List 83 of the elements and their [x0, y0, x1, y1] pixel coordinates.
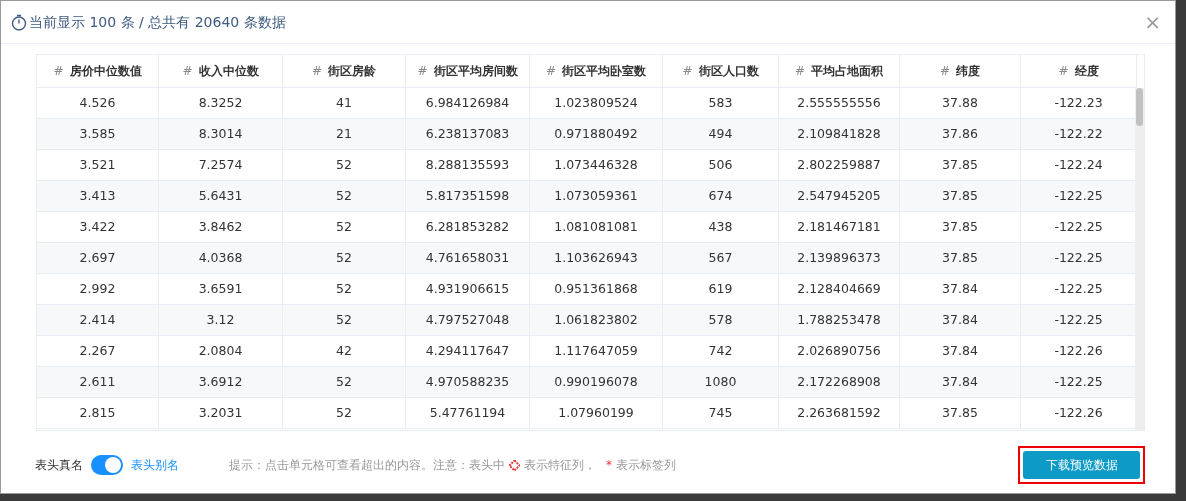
- table-cell[interactable]: 3.12: [159, 305, 283, 336]
- table-cell[interactable]: 37.86: [900, 119, 1021, 150]
- table-cell[interactable]: 37.85: [900, 181, 1021, 212]
- table-cell[interactable]: 567: [663, 243, 779, 274]
- type-icon: #: [794, 62, 806, 80]
- table-cell[interactable]: 1080: [663, 367, 779, 398]
- table-cell[interactable]: 52: [283, 181, 406, 212]
- table-cell[interactable]: 1.788253478: [779, 305, 900, 336]
- table-cell[interactable]: 0.990196078: [530, 367, 663, 398]
- switch-label: 表头别名: [131, 457, 179, 474]
- table-cell[interactable]: 5.47761194: [406, 398, 530, 429]
- table-cell[interactable]: 37.84: [900, 367, 1021, 398]
- table-cell[interactable]: 4.970588235: [406, 367, 530, 398]
- diamond-icon: [509, 459, 520, 471]
- column-header[interactable]: 平均占地面积: [811, 62, 884, 80]
- table-cell[interactable]: -122.22: [1021, 119, 1137, 150]
- table-cell[interactable]: 1.073059361: [530, 181, 663, 212]
- table-cell[interactable]: 2.414: [37, 305, 159, 336]
- table-cell[interactable]: 2.139896373: [779, 243, 900, 274]
- table-cell[interactable]: 494: [663, 119, 779, 150]
- table-cell[interactable]: 4.0368: [159, 243, 283, 274]
- dialog-title: 当前显示 100 条 / 总共有 20640 条数据: [29, 12, 286, 32]
- column-header[interactable]: 街区平均房间数: [433, 62, 518, 80]
- type-icon: #: [417, 62, 428, 80]
- scroll-thumb[interactable]: [1136, 88, 1143, 126]
- type-icon: #: [545, 62, 557, 80]
- table-cell[interactable]: -122.25: [1021, 181, 1137, 212]
- switch-label: 表头真名: [35, 457, 83, 474]
- table-cell[interactable]: 52: [283, 398, 406, 429]
- table-cell[interactable]: 37.85: [900, 243, 1021, 274]
- type-icon: #: [1058, 62, 1069, 80]
- table-cell[interactable]: 52: [283, 367, 406, 398]
- column-header[interactable]: 经度: [1074, 62, 1099, 80]
- table-cell[interactable]: 37.84: [900, 305, 1021, 336]
- table-cell[interactable]: 2.172268908: [779, 367, 900, 398]
- table-cell[interactable]: 2.611: [37, 367, 159, 398]
- table-cell[interactable]: 21: [283, 119, 406, 150]
- table-cell[interactable]: 4.797527048: [406, 305, 530, 336]
- table-cell[interactable]: 1.061823802: [530, 305, 663, 336]
- column-header[interactable]: 收入中位数: [198, 62, 259, 80]
- table-cell[interactable]: 8.3014: [159, 119, 283, 150]
- table-cell[interactable]: 3.413: [37, 181, 159, 212]
- table-cell[interactable]: 1.103626943: [530, 243, 663, 274]
- column-header[interactable]: 纬度: [956, 62, 981, 80]
- column-header[interactable]: 房价中位数值: [69, 62, 142, 80]
- type-icon: #: [939, 62, 951, 80]
- table-cell[interactable]: 5.6431: [159, 181, 283, 212]
- column-header[interactable]: 街区人口数: [698, 62, 759, 80]
- toggle-switch[interactable]: [91, 455, 123, 475]
- table-cell[interactable]: 745: [663, 398, 779, 429]
- table-cell[interactable]: 2.109841828: [779, 119, 900, 150]
- table-cell[interactable]: 2.697: [37, 243, 159, 274]
- table-cell[interactable]: 4.761658031: [406, 243, 530, 274]
- table-cell[interactable]: 3.585: [37, 119, 159, 150]
- table-cell[interactable]: -122.25: [1021, 367, 1137, 398]
- table-cell[interactable]: 52: [283, 305, 406, 336]
- type-icon: #: [182, 62, 193, 80]
- table-cell[interactable]: 3.6912: [159, 367, 283, 398]
- table-cell[interactable]: -122.25: [1021, 305, 1137, 336]
- table-cell[interactable]: 674: [663, 181, 779, 212]
- table-cell[interactable]: 37.85: [900, 398, 1021, 429]
- table-cell[interactable]: 5.817351598: [406, 181, 530, 212]
- table-cell[interactable]: 1.07960199: [530, 398, 663, 429]
- timer-icon: [11, 13, 27, 31]
- hint-text: 表示特征列，: [524, 457, 596, 474]
- table-cell[interactable]: 2.547945205: [779, 181, 900, 212]
- type-icon: #: [682, 62, 693, 80]
- table-cell[interactable]: 0.971880492: [530, 119, 663, 150]
- table-cell[interactable]: 578: [663, 305, 779, 336]
- table-cell[interactable]: 52: [283, 243, 406, 274]
- column-header[interactable]: 街区房龄: [328, 62, 377, 80]
- type-icon: #: [311, 62, 323, 80]
- column-header[interactable]: 街区平均卧室数: [562, 62, 647, 80]
- table-cell[interactable]: 3.2031: [159, 398, 283, 429]
- type-icon: #: [53, 62, 64, 80]
- table-cell[interactable]: -122.25: [1021, 243, 1137, 274]
- table-cell[interactable]: 2.815: [37, 398, 159, 429]
- table-cell[interactable]: 2.263681592: [779, 398, 900, 429]
- table-cell[interactable]: 6.238137083: [406, 119, 530, 150]
- hint-text: 提示：点击单元格可查看超出的内容。注意：表头中: [229, 457, 505, 474]
- hint-text: 表示标签列: [616, 457, 676, 474]
- asterisk-mark: *: [606, 457, 612, 474]
- scrollbar[interactable]: [1135, 88, 1144, 430]
